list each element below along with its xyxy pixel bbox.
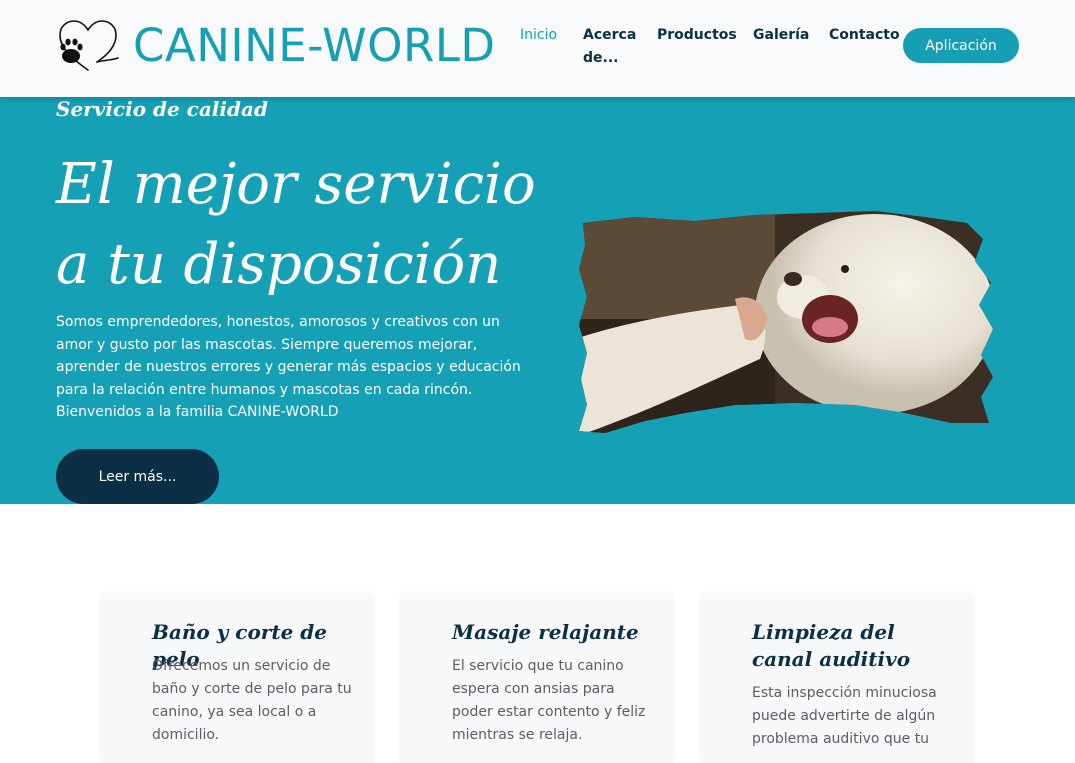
aplicacion-button[interactable]: Aplicación	[903, 28, 1019, 63]
nav-item-acerca[interactable]: Acerca de...	[583, 24, 636, 70]
service-card-masaje[interactable]: Masaje relajante El servicio que tu cani…	[400, 593, 674, 763]
nav-item-acerca-line2: de...	[583, 50, 619, 66]
logo[interactable]: CANINE-WORLD	[57, 18, 496, 74]
service-card-text: Ofrecemos un servicio de baño y corte de…	[152, 658, 352, 743]
hero-description: Somos emprendedores, honestos, amorosos …	[56, 314, 521, 420]
service-card-title: Masaje relajante	[452, 620, 639, 644]
logo-text: CANINE-WORLD	[133, 19, 496, 72]
paw-heart-icon	[59, 20, 119, 71]
service-card-bano[interactable]: Baño y corte de pelo Ofrecemos un servic…	[100, 593, 374, 763]
hero-title-line2: a tu disposición	[56, 232, 502, 297]
dog-photo	[579, 211, 993, 433]
service-card-text: El servicio que tu canino espera con ans…	[452, 658, 646, 743]
hero-title-line1: El mejor servicio	[56, 152, 536, 217]
hero-eyebrow: Servicio de calidad	[56, 97, 268, 121]
service-card-limpieza[interactable]: Limpieza del canal auditivo Esta inspecc…	[700, 593, 974, 763]
service-card-title: Limpieza del canal auditivo	[752, 620, 911, 671]
nav-item-galeria[interactable]: Galería	[753, 24, 809, 47]
nav-item-contacto[interactable]: Contacto	[829, 24, 900, 47]
hero-title: El mejor servicio a tu disposición	[56, 145, 536, 305]
nav-item-productos[interactable]: Productos	[657, 24, 737, 47]
hero-section: Servicio de calidad El mejor servicio a …	[0, 97, 1075, 504]
service-card-text: Esta inspección minuciosa puede advertir…	[752, 685, 937, 747]
site-header: CANINE-WORLD Inicio Acerca de... Product…	[0, 0, 1075, 97]
nav-item-inicio[interactable]: Inicio	[520, 24, 557, 47]
read-more-button[interactable]: Leer más...	[56, 449, 219, 504]
nav-item-acerca-line1: Acerca	[583, 27, 637, 43]
